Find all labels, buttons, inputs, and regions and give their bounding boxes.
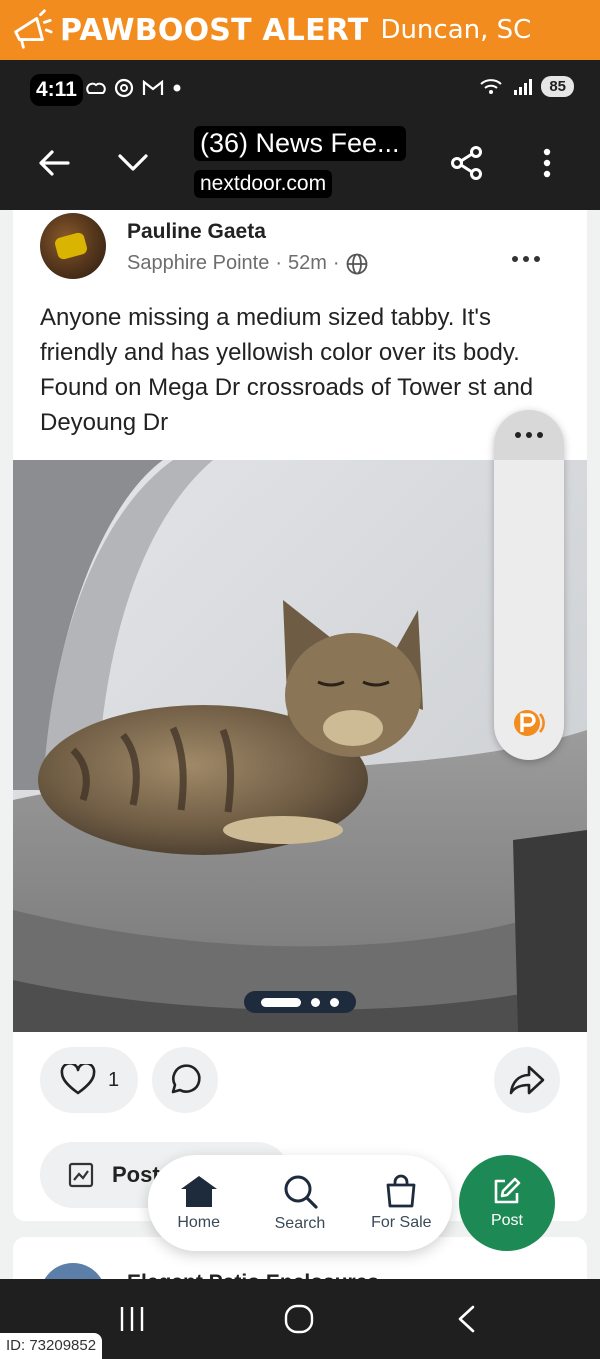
nav-home-label: Home: [177, 1214, 220, 1231]
nav-for-sale[interactable]: For Sale: [356, 1174, 446, 1232]
like-button[interactable]: 1: [40, 1047, 138, 1113]
post-fab-button[interactable]: Post: [459, 1155, 555, 1251]
recent-apps-icon[interactable]: [118, 1305, 146, 1333]
meta-separator: ·: [332, 252, 340, 274]
post-fab-label: Post: [490, 1212, 523, 1229]
more-horizontal-icon: [512, 256, 540, 262]
floating-side-panel[interactable]: [494, 410, 564, 760]
status-time: 4:11: [30, 74, 83, 106]
pawboost-logo-icon: [514, 710, 545, 736]
status-system-icons: 85: [479, 76, 574, 97]
chart-image-icon: [68, 1162, 94, 1188]
nav-search[interactable]: Search: [255, 1173, 345, 1233]
author-avatar[interactable]: [40, 213, 106, 279]
share-icon: [451, 146, 482, 180]
back-chevron-icon[interactable]: [456, 1305, 476, 1333]
nav-search-label: Search: [274, 1215, 326, 1232]
banner-title: PAWBOOST ALERT: [60, 12, 369, 48]
gmail-icon: [142, 80, 164, 95]
share-post-button[interactable]: [494, 1047, 560, 1113]
collapse-button[interactable]: [111, 141, 155, 185]
heart-icon: [60, 1064, 96, 1095]
wifi-icon: [480, 78, 502, 94]
carousel-dot-active: [261, 997, 301, 1007]
image-id-label: ID: 73209852: [0, 1333, 103, 1359]
next-author-name[interactable]: Elegant Patio Enclosures: [127, 1271, 379, 1279]
cloud-icon: [86, 82, 106, 94]
share-arrow-icon: [509, 1065, 545, 1095]
share-button[interactable]: [445, 141, 489, 185]
home-icon: [180, 1176, 217, 1207]
url-text[interactable]: nextdoor.com: [194, 170, 333, 198]
chevron-down-icon: [118, 154, 148, 171]
pawboost-banner: PAWBOOST ALERT Duncan, SC: [0, 0, 600, 60]
post-options-button[interactable]: [511, 238, 541, 270]
dot-icon: [173, 84, 181, 92]
banner-location: Duncan, SC: [380, 15, 532, 45]
post-body-text: Anyone missing a medium sized tabby. It'…: [40, 304, 534, 436]
browser-menu-button[interactable]: [525, 141, 569, 185]
home-circle-icon[interactable]: [284, 1304, 314, 1334]
comment-icon: [171, 1064, 201, 1094]
back-button[interactable]: [32, 141, 76, 185]
carousel-dot: [311, 997, 320, 1007]
meta-separator: ·: [275, 252, 282, 274]
compose-icon: [494, 1177, 521, 1204]
battery-indicator: 85: [541, 76, 574, 97]
nav-home[interactable]: Home: [154, 1174, 244, 1232]
megaphone-icon: [14, 9, 53, 49]
carousel-dot: [330, 997, 339, 1007]
post-meta: Sapphire Pointe · 52m ·: [127, 252, 368, 275]
more-horizontal-icon: [515, 432, 543, 438]
tab-title[interactable]: (36) News Fee...: [194, 126, 406, 161]
like-count: 1: [108, 1068, 120, 1091]
post-age: 52m: [288, 252, 327, 274]
next-author-avatar[interactable]: [40, 1263, 106, 1279]
neighborhood-link[interactable]: Sapphire Pointe: [127, 252, 269, 275]
status-notification-icons: [86, 78, 182, 98]
threads-icon: [114, 78, 134, 98]
author-name[interactable]: Pauline Gaeta: [127, 220, 266, 244]
shopping-bag-icon: [386, 1174, 416, 1208]
signal-icon: [514, 78, 533, 95]
search-icon: [284, 1175, 318, 1209]
bottom-nav: Home Search For Sale: [148, 1155, 452, 1251]
more-vertical-icon: [543, 148, 551, 178]
arrow-left-icon: [39, 150, 70, 176]
carousel-indicator[interactable]: [244, 991, 356, 1013]
globe-icon: [346, 253, 367, 274]
nav-for-sale-label: For Sale: [371, 1214, 432, 1231]
comment-button[interactable]: [152, 1047, 218, 1113]
